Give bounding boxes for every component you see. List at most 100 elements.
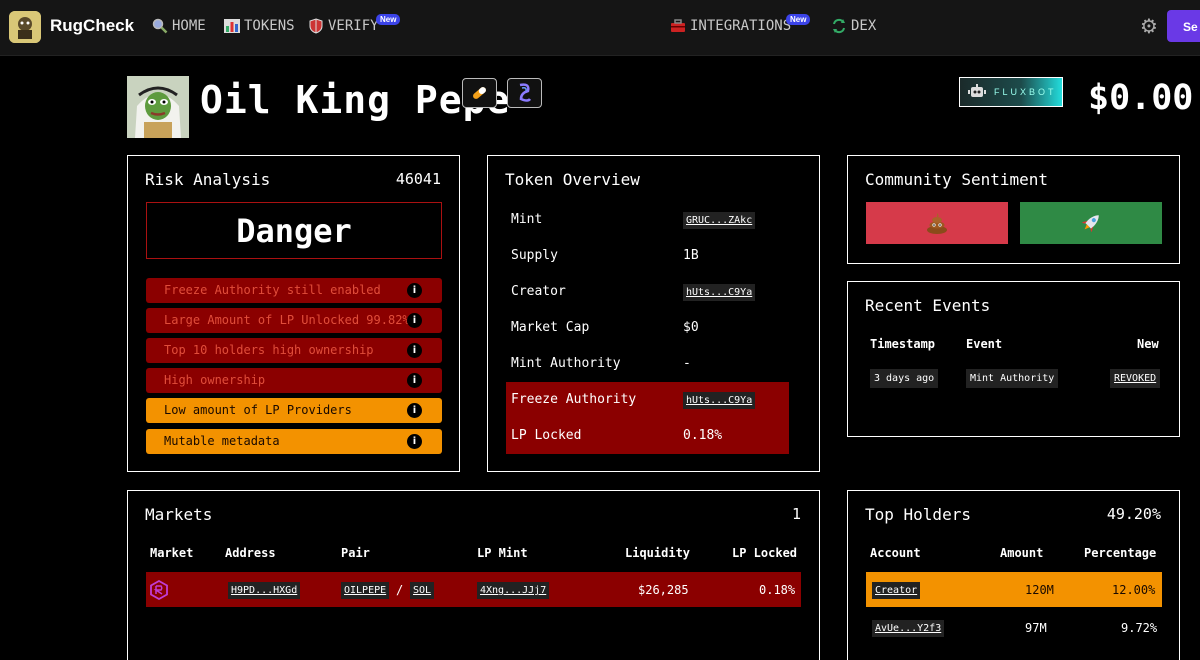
overview-row-supply: Supply 1B [506,238,789,274]
holder-percentage: 9.72% [1121,621,1158,635]
markets-count: 1 [791,505,801,523]
pair-separator: / [396,583,404,597]
markets-panel: Markets 1 Market Address Pair LP Mint Li… [127,490,820,660]
freeze-authority-address-link[interactable]: hUts...C9Ya [683,392,756,409]
info-icon[interactable]: i [407,343,422,358]
token-avatar [127,76,189,138]
info-icon[interactable]: i [407,313,422,328]
vote-down-button[interactable] [866,202,1008,244]
magnifier-icon [152,18,168,34]
overview-label: Mint [511,212,543,227]
fluxbot-label: FLUXBOT [994,87,1057,97]
events-header-new: New [1137,337,1159,351]
top-nav: RugCheck HOME TOKENS VERIFY New INTEGRAT… [0,0,1200,56]
swap-icon [831,18,847,34]
markets-header-market: Market [150,546,194,560]
markets-header-lp-locked: LP Locked [732,546,798,560]
token-overview-title: Token Overview [505,170,640,189]
shield-icon [308,18,324,34]
token-overview-panel: Token Overview Mint GRUC...ZAkc Supply 1… [487,155,820,472]
overview-row-freeze-authority: Freeze Authority hUts...C9Ya [506,382,789,418]
overview-value: 1B [683,248,699,263]
risk-item[interactable]: Freeze Authority still enabled i [146,278,442,303]
risk-analysis-title: Risk Analysis [145,170,271,189]
table-row[interactable]: H9PD...HXGd OILPEPE / SOL 4Xng...JJj7 $2… [146,572,801,607]
holder-amount: 120M [1025,583,1054,597]
creator-address-link[interactable]: hUts...C9Ya [683,284,756,301]
market-address-link[interactable]: H9PD...HXGd [228,582,301,599]
markets-title: Markets [145,505,213,524]
overview-row-mint: Mint GRUC...ZAkc [506,202,789,238]
overview-row-lp-locked: LP Locked 0.18% [506,418,789,454]
nav-verify[interactable]: VERIFY [308,18,379,34]
poop-icon [927,213,947,234]
risk-item[interactable]: Mutable metadata i [146,429,442,454]
table-row[interactable]: Creator 120M 12.00% [866,572,1162,607]
risk-item[interactable]: Top 10 holders high ownership i [146,338,442,363]
toolbox-icon [670,18,686,34]
sign-in-button[interactable]: Se [1167,10,1200,42]
overview-row-mint-authority: Mint Authority - [506,346,789,382]
nav-home[interactable]: HOME [152,18,206,34]
nav-integrations[interactable]: INTEGRATIONS [670,18,791,34]
community-sentiment-panel: Community Sentiment [847,155,1180,264]
solscan-link-button[interactable] [507,78,542,108]
markets-header-pair: Pair [341,546,370,560]
risk-item-label: Top 10 holders high ownership [164,343,374,357]
risk-item-label: Mutable metadata [164,434,280,448]
events-header-timestamp: Timestamp [870,337,936,351]
overview-label: Freeze Authority [511,392,637,407]
pair-quote-link[interactable]: SOL [410,582,435,599]
risk-item[interactable]: High ownership i [146,368,442,393]
overview-value: 0.18% [683,428,723,443]
risk-item-label: Large Amount of LP Unlocked 99.82% [164,313,410,327]
gear-icon[interactable]: ⚙ [1140,16,1158,36]
events-header-event: Event [966,337,1003,351]
risk-item[interactable]: Low amount of LP Providers i [146,398,442,423]
recent-events-title: Recent Events [865,296,991,315]
risk-item-label: High ownership [164,373,266,387]
risk-item-label: Freeze Authority still enabled [164,283,381,297]
overview-value: $0 [683,320,699,335]
overview-label: Mint Authority [511,356,621,371]
pump-fun-link-button[interactable] [462,78,497,108]
raydium-icon [149,579,169,604]
info-icon[interactable]: i [407,434,422,449]
risk-item[interactable]: Large Amount of LP Unlocked 99.82% i [146,308,442,333]
lp-mint-link[interactable]: 4Xng...JJj7 [477,582,550,599]
new-badge: New [376,14,401,25]
overview-label: LP Locked [511,428,582,443]
risk-item-label: Low amount of LP Providers [164,403,352,417]
vote-up-button[interactable] [1020,202,1162,244]
risk-analysis-panel: Risk Analysis 46041 Danger Freeze Author… [127,155,460,472]
mint-address-link[interactable]: GRUC...ZAkc [683,212,756,229]
markets-header-lp-mint: LP Mint [477,546,528,560]
market-lp-locked: 0.18% [759,583,796,597]
holder-amount: 97M [1025,621,1047,635]
info-icon[interactable]: i [407,373,422,388]
info-icon[interactable]: i [407,403,422,418]
holder-account-link[interactable]: Creator [872,582,921,599]
robot-icon [968,84,986,100]
overview-value: - [683,356,691,371]
community-sentiment-title: Community Sentiment [865,170,1049,189]
table-row[interactable]: AvUe...Y2f3 97M 9.72% [866,610,1162,645]
brand-name[interactable]: RugCheck [50,16,134,36]
nav-dex[interactable]: DEX [831,18,876,34]
holder-account-link[interactable]: AvUe...Y2f3 [872,620,945,637]
pair-base-link[interactable]: OILPEPE [341,582,390,599]
risk-level-label: Danger [146,202,442,259]
rugcheck-logo-icon[interactable] [9,11,41,43]
info-icon[interactable]: i [407,283,422,298]
nav-dex-label: DEX [851,18,877,34]
overview-row-creator: Creator hUts...C9Ya [506,274,789,310]
nav-tokens[interactable]: TOKENS [224,18,295,34]
top-holders-total: 49.20% [1106,505,1161,523]
overview-label: Market Cap [511,320,590,335]
fluxbot-button[interactable]: FLUXBOT [959,77,1063,107]
overview-label: Supply [511,248,558,263]
event-new-status[interactable]: REVOKED [1110,369,1161,388]
bar-chart-icon [224,18,240,34]
holders-header-amount: Amount [1000,546,1044,560]
token-price: $0.00 [1088,78,1194,118]
